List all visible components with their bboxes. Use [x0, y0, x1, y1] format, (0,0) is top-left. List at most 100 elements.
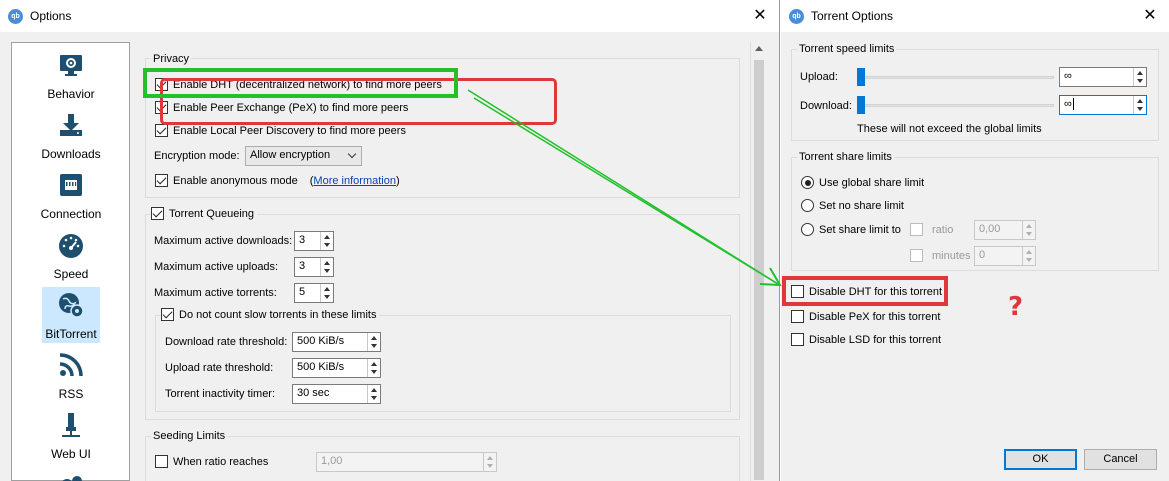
- arrow-down-icon[interactable]: [1137, 79, 1143, 83]
- spin-buttons[interactable]: [367, 385, 380, 403]
- sidebar-item-label: Downloads: [41, 147, 101, 161]
- arrow-down-icon[interactable]: [1026, 258, 1032, 262]
- use-global-share-limit-radio[interactable]: Use global share limit: [801, 176, 924, 189]
- spin-buttons[interactable]: [367, 359, 380, 377]
- arrow-down-icon[interactable]: [371, 344, 377, 348]
- sidebar-item-behavior[interactable]: Behavior: [42, 47, 100, 103]
- close-icon[interactable]: ✕: [1141, 5, 1159, 25]
- arrow-up-icon[interactable]: [324, 287, 330, 291]
- arrow-up-icon[interactable]: [371, 362, 377, 366]
- sidebar-item-bittorrent[interactable]: BitTorrent: [42, 287, 100, 343]
- checkbox-box[interactable]: [791, 333, 804, 346]
- arrow-down-icon[interactable]: [324, 243, 330, 247]
- ratio-limit-checkbox[interactable]: When ratio reaches: [155, 455, 268, 468]
- spin-buttons[interactable]: [1022, 247, 1035, 265]
- sidebar-item-rss[interactable]: RSS: [42, 347, 100, 403]
- arrow-up-icon[interactable]: [1026, 250, 1032, 254]
- slider-handle[interactable]: [857, 68, 865, 86]
- anonymous-mode-checkbox[interactable]: Enable anonymous mode ( More information…: [155, 174, 400, 187]
- checkbox-box[interactable]: [910, 223, 923, 236]
- arrow-down-icon[interactable]: [371, 370, 377, 374]
- sidebar-item-web-ui[interactable]: Web UI: [42, 407, 100, 463]
- torrent-inactivity-timer-spinbox[interactable]: 30 sec: [292, 384, 381, 404]
- ratio-limit-spinbox[interactable]: 1,00: [316, 452, 497, 472]
- spin-buttons[interactable]: [320, 232, 333, 250]
- slider-handle[interactable]: [857, 96, 865, 114]
- spin-buttons[interactable]: [320, 284, 333, 302]
- close-icon[interactable]: ✕: [751, 5, 769, 25]
- no-share-limit-radio[interactable]: Set no share limit: [801, 199, 904, 212]
- spin-buttons[interactable]: [1133, 68, 1146, 86]
- ok-button[interactable]: OK: [1004, 449, 1077, 470]
- upload-limit-spinbox[interactable]: ∞: [1059, 67, 1147, 87]
- cancel-button[interactable]: Cancel: [1084, 449, 1157, 470]
- enable-dht-checkbox[interactable]: Enable DHT (decentralized network) to fi…: [155, 78, 442, 91]
- arrow-up-icon[interactable]: [371, 336, 377, 340]
- arrow-down-icon[interactable]: [324, 295, 330, 299]
- download-limit-slider[interactable]: [857, 96, 1054, 114]
- checkbox-box[interactable]: [151, 207, 164, 220]
- arrow-down-icon[interactable]: [487, 464, 493, 468]
- radio-button[interactable]: [801, 199, 814, 212]
- enable-pex-checkbox[interactable]: Enable Peer Exchange (PeX) to find more …: [155, 101, 408, 114]
- download-rate-threshold-spinbox[interactable]: 500 KiB/s: [292, 332, 381, 352]
- arrow-up-icon[interactable]: [487, 456, 493, 460]
- checkbox-box[interactable]: [155, 78, 168, 91]
- sidebar-item-advanced[interactable]: [42, 467, 100, 481]
- arrow-up-icon[interactable]: [371, 388, 377, 392]
- sidebar-item-connection[interactable]: Connection: [41, 167, 101, 223]
- radio-button[interactable]: [801, 223, 814, 236]
- max-torrents-spinbox[interactable]: 5: [294, 283, 334, 303]
- disable-lsd-checkbox[interactable]: Disable LSD for this torrent: [791, 333, 941, 346]
- upload-rate-threshold-spinbox[interactable]: 500 KiB/s: [292, 358, 381, 378]
- sidebar-item-downloads[interactable]: Downloads: [41, 107, 101, 163]
- disable-dht-checkbox[interactable]: Disable DHT for this torrent: [791, 285, 942, 298]
- arrow-up-icon[interactable]: [1137, 71, 1143, 75]
- checkbox-box[interactable]: [910, 249, 923, 262]
- max-downloads-label: Maximum active downloads:: [154, 235, 293, 247]
- checkbox-box[interactable]: [155, 101, 168, 114]
- set-share-limit-radio[interactable]: Set share limit to: [801, 223, 901, 236]
- spin-buttons[interactable]: [483, 453, 496, 471]
- qbittorrent-logo-icon: qb: [789, 9, 804, 24]
- torrent-queueing-checkbox[interactable]: Torrent Queueing: [151, 207, 257, 220]
- download-rate-threshold-value: 500 KiB/s: [297, 335, 345, 347]
- max-downloads-spinbox[interactable]: 3: [294, 231, 334, 251]
- arrow-down-icon[interactable]: [1026, 232, 1032, 236]
- share-minutes-spinbox[interactable]: 0: [974, 246, 1036, 266]
- checkbox-box[interactable]: [155, 455, 168, 468]
- scroll-up-icon[interactable]: [755, 46, 763, 51]
- enable-lsd-checkbox[interactable]: Enable Local Peer Discovery to find more…: [155, 124, 406, 137]
- arrow-down-icon[interactable]: [1137, 107, 1143, 111]
- checkbox-box[interactable]: [791, 310, 804, 323]
- options-scrollbar[interactable]: [750, 42, 767, 481]
- arrow-up-icon[interactable]: [1137, 99, 1143, 103]
- arrow-up-icon[interactable]: [324, 261, 330, 265]
- arrow-up-icon[interactable]: [324, 235, 330, 239]
- spin-buttons[interactable]: [1133, 96, 1146, 114]
- arrow-up-icon[interactable]: [1026, 224, 1032, 228]
- spin-buttons[interactable]: [1022, 221, 1035, 239]
- checkbox-box[interactable]: [791, 285, 804, 298]
- more-information-link[interactable]: More information: [313, 175, 396, 187]
- checkbox-box[interactable]: [155, 174, 168, 187]
- radio-button[interactable]: [801, 176, 814, 189]
- share-minutes-checkbox[interactable]: minutes: [910, 249, 971, 262]
- sidebar-item-speed[interactable]: Speed: [42, 227, 100, 283]
- spin-buttons[interactable]: [320, 258, 333, 276]
- upload-limit-slider[interactable]: [857, 68, 1054, 86]
- share-ratio-spinbox[interactable]: 0,00: [974, 220, 1036, 240]
- slow-torrents-checkbox[interactable]: Do not count slow torrents in these limi…: [161, 308, 380, 321]
- encryption-mode-select[interactable]: Allow encryption: [245, 146, 362, 166]
- spin-buttons[interactable]: [367, 333, 380, 351]
- disable-pex-checkbox[interactable]: Disable PeX for this torrent: [791, 310, 940, 323]
- scrollbar-thumb[interactable]: [754, 60, 764, 480]
- download-limit-spinbox[interactable]: ∞: [1059, 95, 1147, 115]
- arrow-down-icon[interactable]: [371, 396, 377, 400]
- arrow-down-icon[interactable]: [324, 269, 330, 273]
- max-uploads-spinbox[interactable]: 3: [294, 257, 334, 277]
- ratio-limit-label: When ratio reaches: [173, 455, 269, 468]
- share-ratio-checkbox[interactable]: ratio: [910, 223, 953, 236]
- checkbox-box[interactable]: [155, 124, 168, 137]
- checkbox-box[interactable]: [161, 308, 174, 321]
